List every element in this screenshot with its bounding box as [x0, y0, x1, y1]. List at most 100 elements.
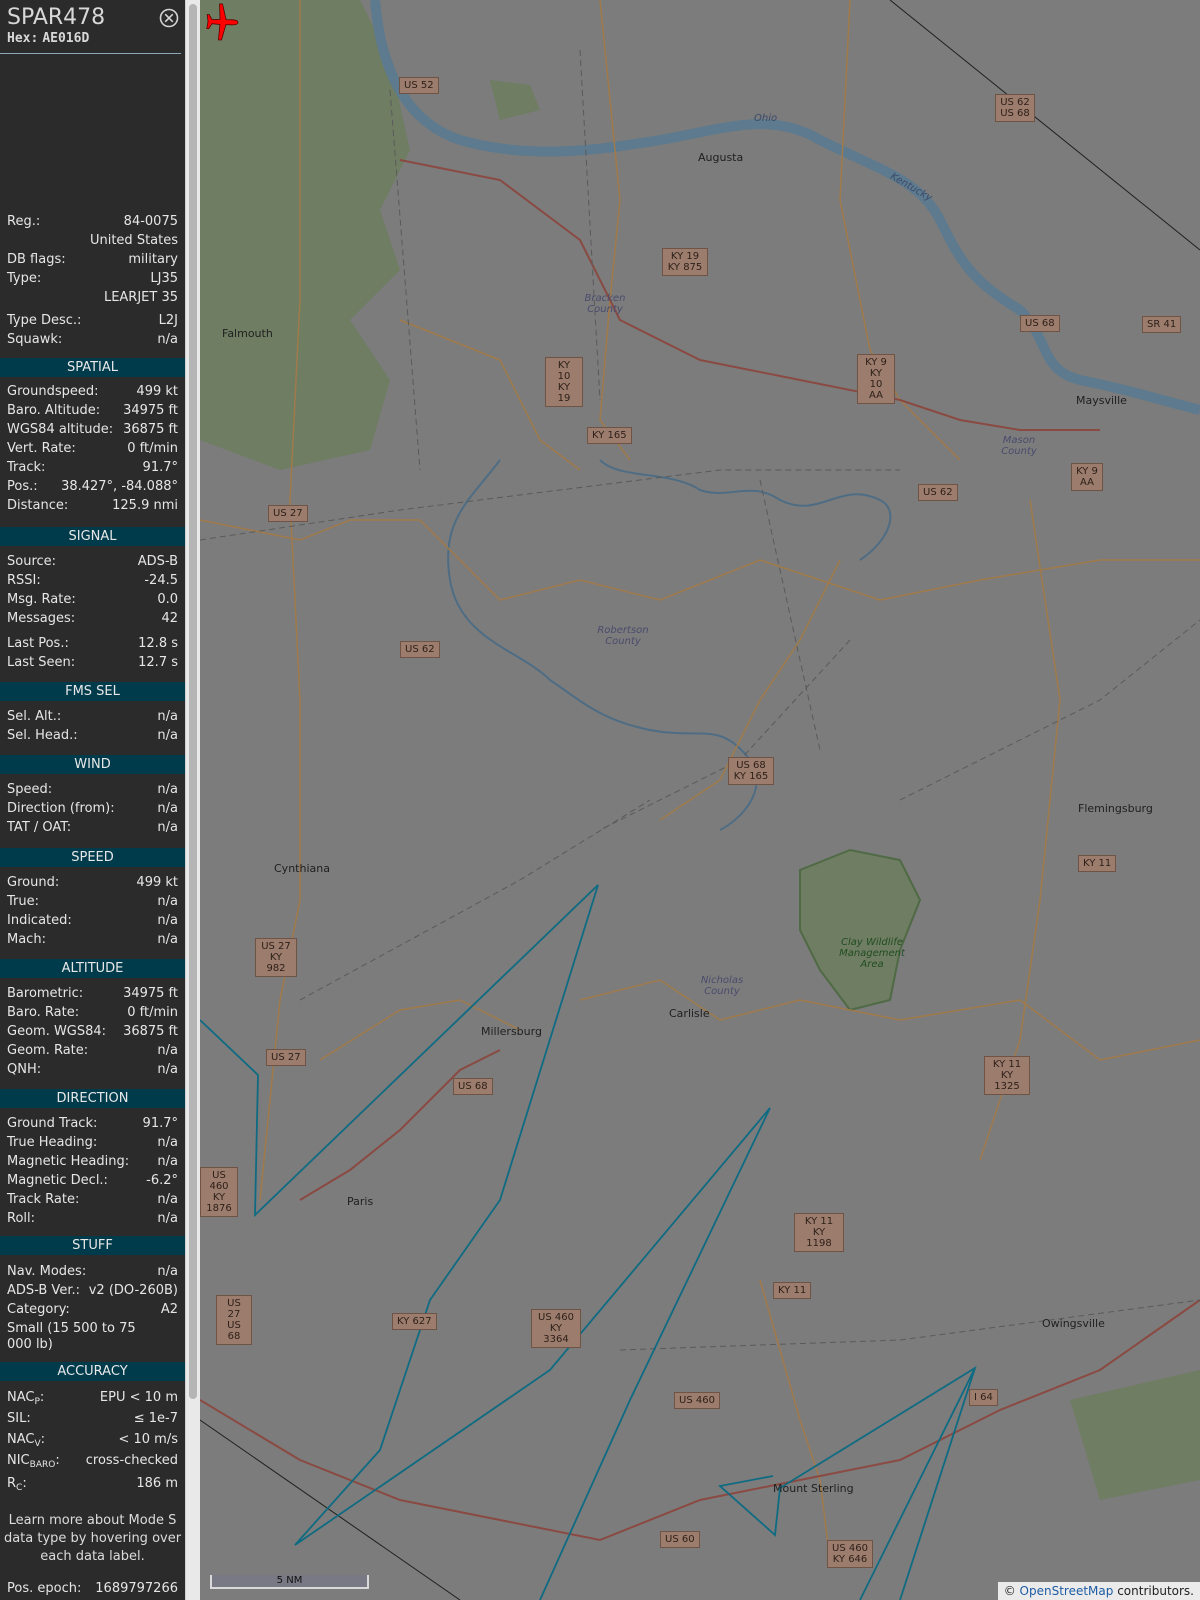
- field-label[interactable]: Indicated:: [7, 913, 72, 929]
- nacv-row[interactable]: NACV: < 10 m/s: [7, 1432, 178, 1452]
- nicbaro-row[interactable]: NICBARO: cross-checked: [7, 1453, 178, 1473]
- rc-row[interactable]: RC: 186 m: [7, 1476, 178, 1496]
- spatial-row[interactable]: Track: 91.7°: [7, 460, 178, 476]
- field-label[interactable]: Magnetic Decl.:: [7, 1173, 108, 1189]
- field-label[interactable]: Nav. Modes:: [7, 1264, 86, 1280]
- aircraft-icon[interactable]: [200, 0, 244, 44]
- signal-row[interactable]: Msg. Rate: 0.0: [7, 592, 178, 608]
- field-label[interactable]: ADS-B Ver.:: [7, 1283, 80, 1299]
- nacp-row[interactable]: NACP: EPU < 10 m: [7, 1390, 178, 1410]
- field-label[interactable]: Baro. Altitude:: [7, 403, 100, 419]
- field-label[interactable]: Track Rate:: [7, 1192, 79, 1208]
- signal-row[interactable]: Last Seen: 12.7 s: [7, 655, 178, 671]
- field-value: n/a: [157, 1264, 178, 1279]
- speed-row[interactable]: True: n/a: [7, 894, 178, 910]
- spatial-row[interactable]: Pos.: 38.427°, -84.088°: [7, 479, 178, 495]
- openstreetmap-link[interactable]: OpenStreetMap: [1020, 1584, 1114, 1598]
- speed-row[interactable]: Mach: n/a: [7, 932, 178, 948]
- spatial-row[interactable]: WGS84 altitude: 36875 ft: [7, 422, 178, 438]
- field-label[interactable]: Ground Track:: [7, 1116, 97, 1132]
- wind-row[interactable]: Direction (from): n/a: [7, 801, 178, 817]
- field-label[interactable]: Category:: [7, 1302, 70, 1318]
- speed-row[interactable]: Indicated: n/a: [7, 913, 178, 929]
- direction-row[interactable]: Magnetic Decl.: -6.2°: [7, 1173, 178, 1189]
- field-label[interactable]: Ground:: [7, 875, 59, 891]
- altitude-row[interactable]: Geom. WGS84: 36875 ft: [7, 1024, 178, 1040]
- learn-more-text: Learn more about Mode S data type by hov…: [3, 1513, 182, 1564]
- field-label[interactable]: TAT / OAT:: [7, 820, 71, 836]
- direction-row[interactable]: True Heading: n/a: [7, 1135, 178, 1151]
- field-label[interactable]: Geom. Rate:: [7, 1043, 88, 1059]
- nacv-label[interactable]: NACV:: [7, 1432, 45, 1452]
- field-label[interactable]: Track:: [7, 460, 45, 476]
- field-label[interactable]: Magnetic Heading:: [7, 1154, 129, 1170]
- sil-row[interactable]: SIL: ≤ 1e-7: [7, 1411, 178, 1427]
- sil-label[interactable]: SIL:: [7, 1411, 31, 1427]
- field-label[interactable]: Barometric:: [7, 986, 83, 1002]
- field-label[interactable]: QNH:: [7, 1062, 41, 1078]
- field-label[interactable]: Vert. Rate:: [7, 441, 76, 457]
- field-label[interactable]: Pos.:: [7, 479, 38, 495]
- spatial-row[interactable]: Groundspeed: 499 kt: [7, 384, 178, 400]
- direction-row[interactable]: Magnetic Heading: n/a: [7, 1154, 178, 1170]
- reg-row: Reg.: 84-0075: [7, 214, 178, 230]
- attribution-prefix: ©: [1003, 1584, 1016, 1598]
- field-label[interactable]: Sel. Alt.:: [7, 709, 61, 725]
- signal-row[interactable]: Source: ADS-B: [7, 554, 178, 570]
- field-label[interactable]: True:: [7, 894, 39, 910]
- wind-row[interactable]: Speed: n/a: [7, 782, 178, 798]
- direction-row[interactable]: Track Rate: n/a: [7, 1192, 178, 1208]
- squawk-value: n/a: [157, 332, 178, 347]
- fms-row[interactable]: Sel. Head.: n/a: [7, 728, 178, 744]
- field-label[interactable]: Last Seen:: [7, 655, 75, 671]
- stuff-row[interactable]: Category: A2: [7, 1302, 178, 1318]
- field-value: 0 ft/min: [127, 441, 178, 456]
- section-header-accuracy: ACCURACY: [0, 1362, 185, 1381]
- signal-row[interactable]: RSSI: -24.5: [7, 573, 178, 589]
- direction-row[interactable]: Roll: n/a: [7, 1211, 178, 1227]
- field-label[interactable]: True Heading:: [7, 1135, 97, 1151]
- db-flags-label: DB flags:: [7, 252, 66, 267]
- altitude-row[interactable]: Barometric: 34975 ft: [7, 986, 178, 1002]
- wind-row[interactable]: TAT / OAT: n/a: [7, 820, 178, 836]
- field-label[interactable]: Distance:: [7, 498, 68, 514]
- stuff-row[interactable]: Nav. Modes: n/a: [7, 1264, 178, 1280]
- scrollbar-thumb[interactable]: [189, 4, 197, 1399]
- nacp-label[interactable]: NACP:: [7, 1390, 44, 1410]
- squawk-row: Squawk: n/a: [7, 332, 178, 348]
- field-label[interactable]: Baro. Rate:: [7, 1005, 79, 1021]
- field-label[interactable]: Mach:: [7, 932, 46, 948]
- field-label[interactable]: Geom. WGS84:: [7, 1024, 106, 1040]
- field-label[interactable]: Messages:: [7, 611, 75, 627]
- sidebar-scrollbar[interactable]: [185, 0, 200, 1600]
- field-label[interactable]: RSSI:: [7, 573, 41, 589]
- field-label[interactable]: Last Pos.:: [7, 636, 69, 652]
- field-value: n/a: [157, 782, 178, 797]
- field-label[interactable]: Direction (from):: [7, 801, 115, 817]
- field-label[interactable]: Source:: [7, 554, 56, 570]
- map-scale-bar: 5 NM: [210, 1575, 369, 1589]
- spatial-row[interactable]: Vert. Rate: 0 ft/min: [7, 441, 178, 457]
- altitude-row[interactable]: Baro. Rate: 0 ft/min: [7, 1005, 178, 1021]
- boundary-line: [200, 1419, 461, 1600]
- fms-row[interactable]: Sel. Alt.: n/a: [7, 709, 178, 725]
- altitude-row[interactable]: Geom. Rate: n/a: [7, 1043, 178, 1059]
- field-label[interactable]: WGS84 altitude:: [7, 422, 113, 438]
- signal-row[interactable]: Last Pos.: 12.8 s: [7, 636, 178, 652]
- field-label[interactable]: Groundspeed:: [7, 384, 98, 400]
- spatial-row[interactable]: Baro. Altitude: 34975 ft: [7, 403, 178, 419]
- field-label[interactable]: Roll:: [7, 1211, 35, 1227]
- close-icon[interactable]: [159, 8, 179, 28]
- nicbaro-label[interactable]: NICBARO:: [7, 1453, 60, 1473]
- stuff-row[interactable]: ADS-B Ver.: v2 (DO-260B): [7, 1283, 178, 1299]
- field-label[interactable]: Sel. Head.:: [7, 728, 78, 744]
- map-view[interactable]: Augusta Falmouth Maysville Cynthiana Fle…: [200, 0, 1200, 1600]
- altitude-row[interactable]: QNH: n/a: [7, 1062, 178, 1078]
- signal-row[interactable]: Messages: 42: [7, 611, 178, 627]
- rc-label[interactable]: RC:: [7, 1476, 27, 1496]
- direction-row[interactable]: Ground Track: 91.7°: [7, 1116, 178, 1132]
- field-label[interactable]: Speed:: [7, 782, 52, 798]
- spatial-row[interactable]: Distance: 125.9 nmi: [7, 498, 178, 514]
- speed-row[interactable]: Ground: 499 kt: [7, 875, 178, 891]
- field-label[interactable]: Msg. Rate:: [7, 592, 76, 608]
